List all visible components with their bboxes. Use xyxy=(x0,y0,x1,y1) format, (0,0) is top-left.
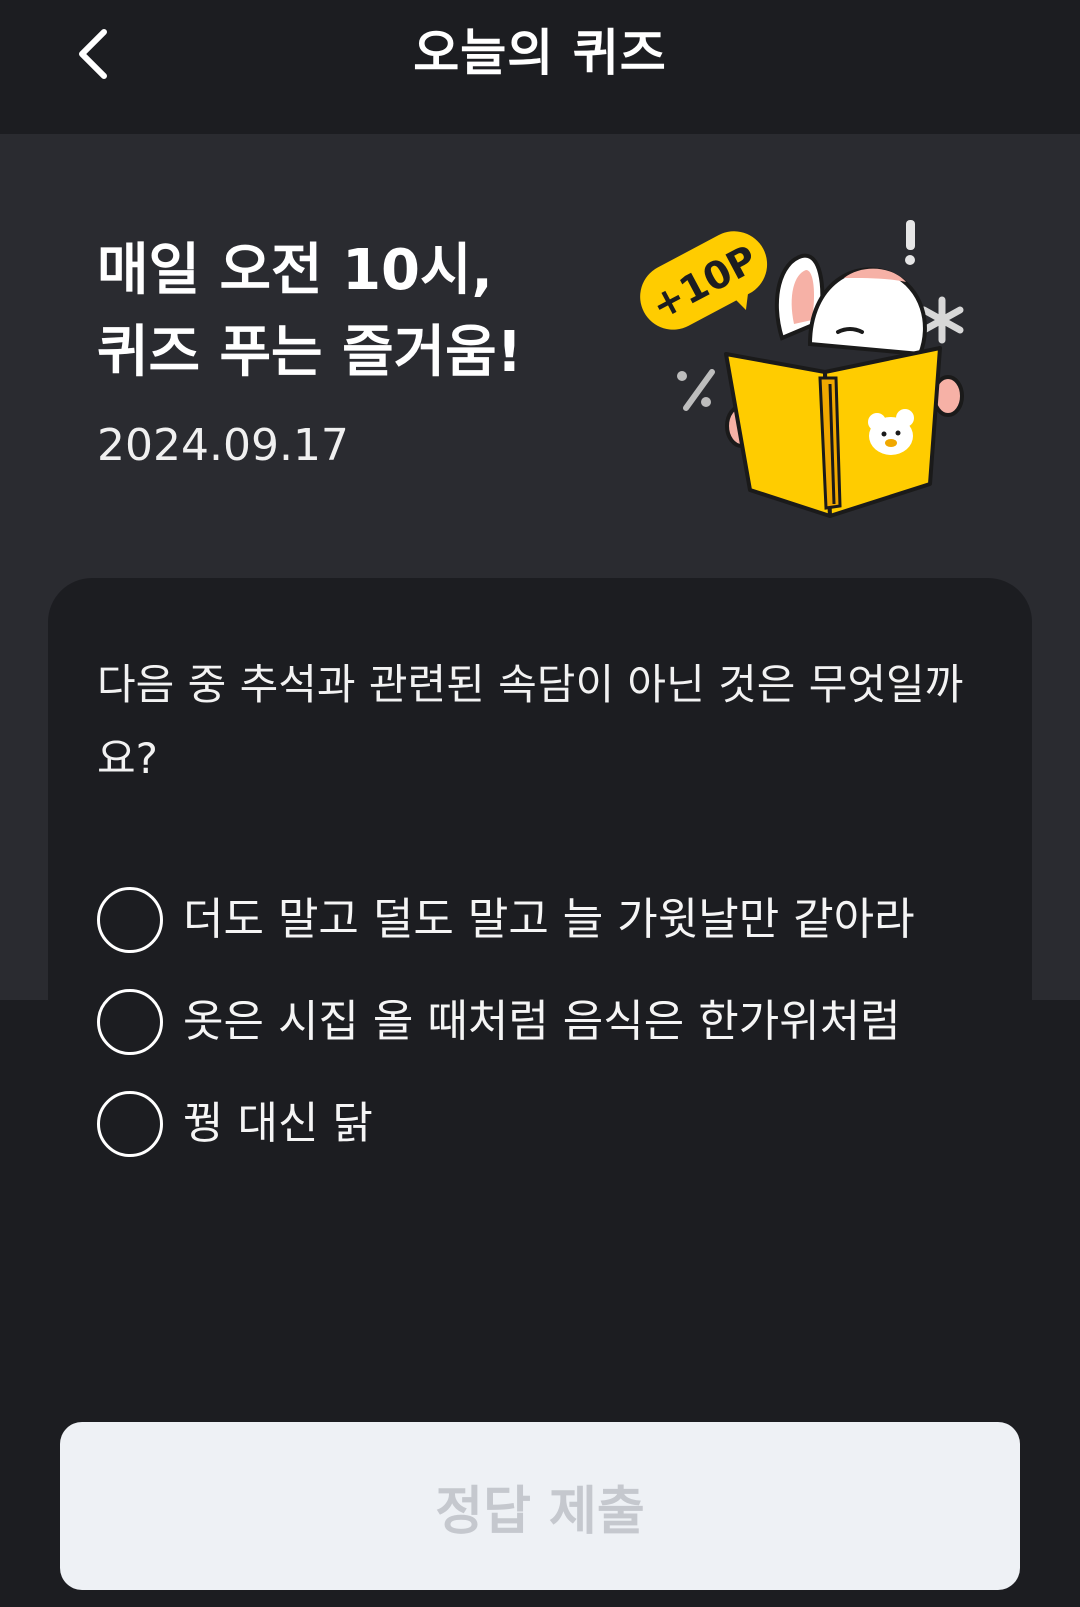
quiz-option-label: 더도 말고 덜도 말고 늘 가윗날만 같아라 xyxy=(183,894,915,945)
submit-answer-button[interactable]: 정답 제출 xyxy=(60,1422,1020,1590)
rabbit-reading-book-illustration: +10P xyxy=(640,220,964,518)
hero-title-line-2: 퀴즈 푸는 즐거움! xyxy=(97,320,523,385)
quiz-option-1[interactable]: 더도 말고 덜도 말고 늘 가윗날만 같아라 xyxy=(97,884,915,956)
radio-button-icon[interactable] xyxy=(97,887,163,953)
asterisk-icon xyxy=(920,296,964,344)
percent-icon xyxy=(677,369,715,411)
quiz-option-label: 꿩 대신 닭 xyxy=(183,1098,373,1149)
page-title: 오늘의 퀴즈 xyxy=(413,24,667,82)
hero-title: 매일 오전 10시, 퀴즈 푸는 즐거움! xyxy=(97,230,522,394)
hero-title-line-1: 매일 오전 10시, xyxy=(97,238,493,303)
points-badge: +10P xyxy=(640,231,768,330)
quiz-question: 다음 중 추석과 관련된 속담이 아닌 것은 무엇일까요? xyxy=(97,660,964,783)
radio-button-icon[interactable] xyxy=(97,989,163,1055)
top-bar: 오늘의 퀴즈 xyxy=(0,0,1080,134)
quiz-option-2[interactable]: 옷은 시집 올 때처럼 음식은 한가위처럼 xyxy=(97,986,901,1058)
quiz-date: 2024.09.17 xyxy=(97,420,349,471)
radio-button-icon[interactable] xyxy=(97,1091,163,1157)
quiz-option-3[interactable]: 꿩 대신 닭 xyxy=(97,1088,373,1160)
exclamation-icon xyxy=(906,220,915,250)
quiz-option-label: 옷은 시집 올 때처럼 음식은 한가위처럼 xyxy=(183,996,901,1047)
